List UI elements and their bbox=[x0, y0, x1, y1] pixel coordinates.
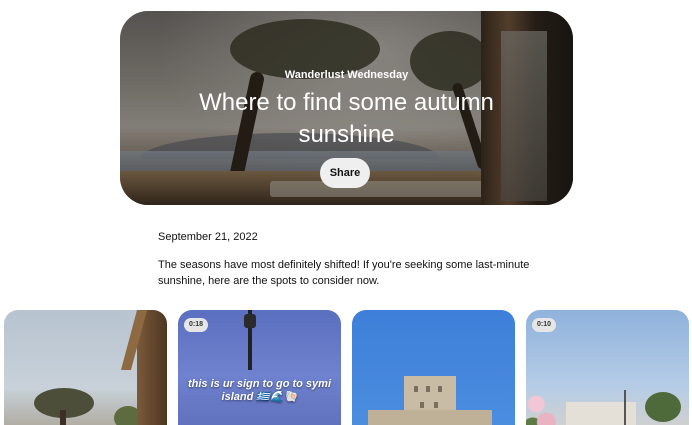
hero-banner: Wanderlust Wednesday Where to find some … bbox=[120, 11, 573, 205]
hero-kicker: Wanderlust Wednesday bbox=[284, 69, 409, 81]
video-duration-badge: 0:10 bbox=[532, 318, 557, 332]
pin-card-village-video[interactable]: 0:10 bbox=[526, 310, 689, 425]
street-lamp bbox=[244, 314, 256, 328]
video-duration-badge: 0:18 bbox=[184, 318, 209, 332]
pin-card-stone-tower[interactable] bbox=[352, 310, 515, 425]
flowers bbox=[526, 380, 560, 425]
hero-content: Wanderlust Wednesday Where to find some … bbox=[120, 11, 573, 205]
share-button[interactable]: Share bbox=[320, 158, 370, 188]
villa-roof bbox=[137, 310, 167, 425]
video-caption: this is ur sign to go to symi island 🇬🇷🌊… bbox=[187, 378, 331, 403]
pin-card-symi-video[interactable]: 0:18 this is ur sign to go to symi islan… bbox=[178, 310, 341, 425]
tree bbox=[645, 392, 681, 422]
article-date: September 21, 2022 bbox=[158, 231, 258, 243]
page-title: Where to find some autumn sunshine bbox=[199, 89, 494, 148]
article-intro: The seasons have most definitely shifted… bbox=[158, 259, 530, 287]
pin-card-villa[interactable] bbox=[4, 310, 167, 425]
stone-tower bbox=[368, 376, 492, 425]
